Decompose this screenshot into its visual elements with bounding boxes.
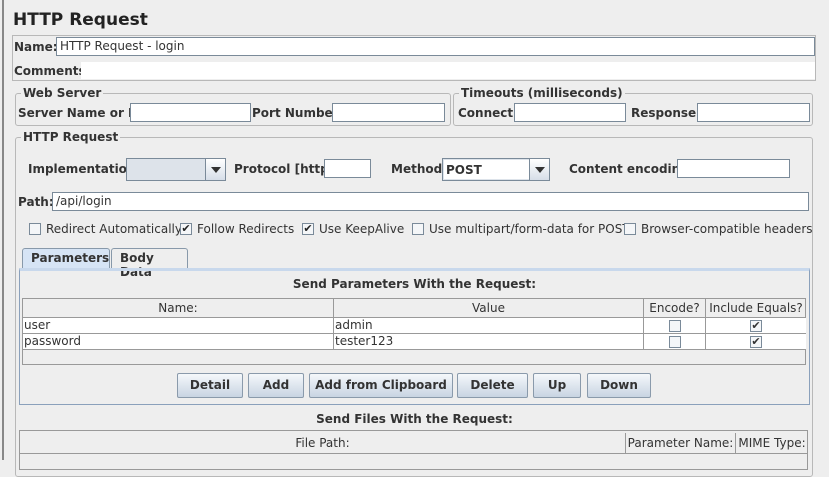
include-equals-checkbox[interactable]: ✔: [750, 336, 762, 348]
params-title: Send Parameters With the Request:: [292, 277, 537, 291]
chevron-down-icon[interactable]: [205, 159, 225, 180]
col-value[interactable]: Value: [334, 299, 644, 318]
params-table: Name: Value Encode? Include Equals? user…: [22, 298, 806, 365]
connect-label: Connect:: [458, 106, 518, 120]
implementation-combo[interactable]: [126, 158, 226, 181]
name-label: Name:: [14, 40, 58, 54]
col-name[interactable]: Name:: [23, 299, 334, 318]
encode-checkbox[interactable]: [669, 336, 681, 348]
col-encode[interactable]: Encode?: [644, 299, 706, 318]
method-label: Method:: [391, 162, 447, 176]
encoding-input[interactable]: [677, 159, 790, 178]
checkbox-box[interactable]: ✔: [302, 223, 314, 235]
param-name[interactable]: user: [23, 318, 334, 334]
col-file-path[interactable]: File Path:: [20, 433, 626, 454]
tab-parameters[interactable]: Parameters: [22, 248, 110, 269]
timeouts-legend: Timeouts (milliseconds): [459, 85, 625, 101]
left-border: [2, 0, 4, 460]
path-input[interactable]: /api/login: [52, 192, 809, 211]
delete-button[interactable]: Delete: [457, 373, 528, 398]
param-encode[interactable]: [644, 318, 706, 334]
method-value: POST: [444, 160, 529, 179]
web-server-legend: Web Server: [21, 85, 104, 101]
param-value[interactable]: admin: [334, 318, 644, 334]
col-mime-type[interactable]: MIME Type:: [736, 433, 808, 454]
port-label: Port Number:: [252, 106, 344, 120]
checkbox-0[interactable]: Redirect Automatically: [29, 222, 182, 236]
http-request-legend: HTTP Request: [21, 129, 121, 145]
down-button[interactable]: Down: [587, 373, 651, 398]
name-comments-panel: Name: HTTP Request - login Comments:: [12, 35, 816, 81]
connect-input[interactable]: [514, 103, 626, 122]
checkbox-1[interactable]: ✔ Follow Redirects: [180, 222, 294, 236]
add-from-clipboard-button[interactable]: Add from Clipboard: [309, 373, 453, 398]
page-title: HTTP Request: [13, 10, 148, 30]
path-label: Path:: [18, 195, 54, 209]
checkbox-label: Use KeepAlive: [319, 222, 405, 236]
files-table: File Path: Parameter Name: MIME Type:: [19, 430, 808, 470]
response-input[interactable]: [697, 103, 810, 122]
param-include-equals[interactable]: ✔: [706, 334, 806, 350]
chevron-down-icon[interactable]: [529, 159, 549, 180]
checkbox-4[interactable]: Browser-compatible headers: [624, 222, 813, 236]
comments-input[interactable]: [81, 62, 815, 79]
checkbox-3[interactable]: Use multipart/form-data for POST: [412, 222, 630, 236]
server-label: Server Name or IP:: [18, 106, 147, 120]
col-parameter-name[interactable]: Parameter Name:: [626, 433, 736, 454]
encode-checkbox[interactable]: [669, 320, 681, 332]
implementation-value: [128, 160, 205, 179]
checkbox-box[interactable]: [412, 223, 424, 235]
checkbox-2[interactable]: ✔ Use KeepAlive: [302, 222, 404, 236]
server-input[interactable]: [130, 103, 251, 122]
col-include-equals[interactable]: Include Equals?: [706, 299, 806, 318]
port-input[interactable]: [332, 103, 445, 122]
include-equals-checkbox[interactable]: ✔: [750, 320, 762, 332]
param-value[interactable]: tester123: [334, 334, 644, 350]
response-label: Response:: [631, 106, 701, 120]
tab-label: Parameters: [31, 251, 110, 265]
encoding-label: Content encoding:: [569, 162, 694, 176]
param-encode[interactable]: [644, 334, 706, 350]
tab-body-data[interactable]: Body Data: [111, 248, 188, 279]
up-button[interactable]: Up: [533, 373, 581, 398]
checkbox-box[interactable]: [29, 223, 41, 235]
comments-label: Comments:: [14, 64, 91, 78]
checkbox-label: Redirect Automatically: [46, 222, 182, 236]
checkbox-label: Use multipart/form-data for POST: [429, 222, 630, 236]
checkbox-box[interactable]: ✔: [180, 223, 192, 235]
implementation-label: Implementation:: [28, 162, 141, 176]
method-combo[interactable]: POST: [442, 158, 550, 181]
add-button[interactable]: Add: [248, 373, 304, 398]
files-title: Send Files With the Request:: [316, 412, 513, 426]
param-include-equals[interactable]: ✔: [706, 318, 806, 334]
checkbox-label: Browser-compatible headers: [641, 222, 813, 236]
checkbox-box[interactable]: [624, 223, 636, 235]
checkbox-label: Follow Redirects: [197, 222, 295, 236]
param-name[interactable]: password: [23, 334, 334, 350]
name-input[interactable]: HTTP Request - login: [56, 37, 815, 56]
protocol-input[interactable]: [324, 159, 371, 178]
detail-button[interactable]: Detail: [177, 373, 243, 398]
